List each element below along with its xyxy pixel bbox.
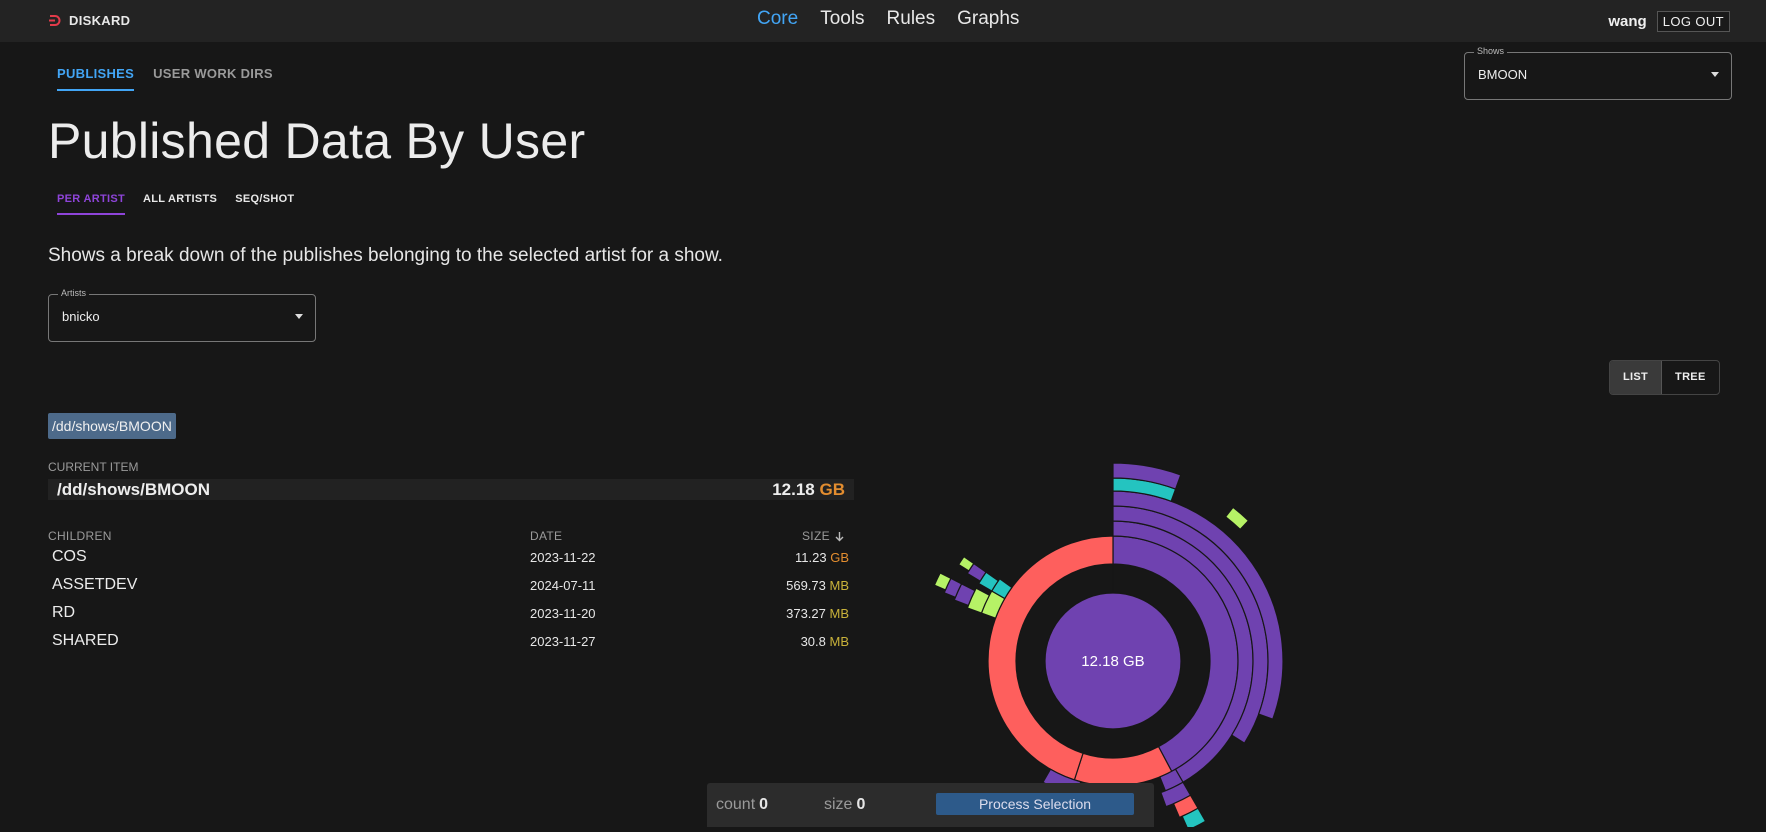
row-size-unit: GB <box>830 550 849 565</box>
table-row[interactable]: RD 2023-11-20 373.27 MB <box>48 604 854 630</box>
row-size: 373.27 MB <box>786 606 849 621</box>
tab-per-artist[interactable]: PER ARTIST <box>57 193 125 215</box>
sunburst-segment[interactable] <box>1224 506 1250 531</box>
page-description: Shows a break down of the publishes belo… <box>48 245 723 266</box>
selection-size: size 0 <box>824 796 865 814</box>
brand[interactable]: DISKARD <box>48 13 130 28</box>
brand-name: DISKARD <box>69 13 131 28</box>
top-app-bar: DISKARD Core Tools Rules Graphs wang LOG… <box>0 0 1766 42</box>
row-size: 569.73 MB <box>786 578 849 593</box>
selection-size-label: size <box>824 796 853 813</box>
current-item-row: /dd/shows/BMOON 12.18 GB <box>48 479 854 500</box>
row-name: SHARED <box>52 632 119 649</box>
selection-count-value: 0 <box>759 796 769 813</box>
size-header-label: SIZE <box>802 529 830 543</box>
view-tabs: PER ARTIST ALL ARTISTS SEQ/SHOT <box>57 193 294 215</box>
sunburst-svg: 12.18 GB <box>933 462 1284 831</box>
dropdown-caret-icon <box>1711 72 1719 77</box>
tab-publishes[interactable]: PUBLISHES <box>57 66 135 91</box>
tree-toggle-button[interactable]: TREE <box>1662 361 1719 394</box>
user-area: wang LOG OUT <box>1608 11 1730 32</box>
page-title: Published Data By User <box>48 113 586 169</box>
table-row[interactable]: ASSETDEV 2024-07-11 569.73 MB <box>48 576 854 602</box>
sunburst-chart[interactable]: 12.18 GB <box>900 440 1300 832</box>
artists-select[interactable]: Artists bnicko <box>48 288 316 342</box>
current-item-size-value: 12.18 <box>772 480 815 499</box>
date-header[interactable]: DATE <box>530 529 562 543</box>
artists-select-label: Artists <box>58 288 90 298</box>
row-size-unit: MB <box>829 634 850 649</box>
row-name: ASSETDEV <box>52 576 138 593</box>
shows-select-label: Shows <box>1474 46 1508 56</box>
row-size: 11.23 GB <box>795 550 849 565</box>
breadcrumb[interactable]: /dd/shows/BMOON <box>48 413 176 439</box>
row-date: 2023-11-22 <box>530 550 596 565</box>
artists-select-value: bnicko <box>62 309 100 324</box>
row-size-unit: MB <box>829 578 850 593</box>
nav-core[interactable]: Core <box>757 8 798 30</box>
row-date: 2023-11-27 <box>530 634 596 649</box>
view-toggle: LIST TREE <box>1609 360 1720 395</box>
current-item-label: CURRENT ITEM <box>48 460 139 474</box>
sunburst-center-label: 12.18 GB <box>1081 653 1144 670</box>
row-name: RD <box>52 604 76 621</box>
current-item-size-unit: GB <box>819 480 846 499</box>
nav-graphs[interactable]: Graphs <box>957 8 1019 30</box>
dropdown-caret-icon <box>295 314 303 319</box>
row-size-value: 30.8 <box>800 634 826 649</box>
list-toggle-button[interactable]: LIST <box>1610 361 1663 394</box>
row-size: 30.8 MB <box>801 634 849 649</box>
size-header[interactable]: SIZE <box>802 529 845 543</box>
sunburst-segment[interactable] <box>1073 745 1173 787</box>
row-date: 2023-11-20 <box>530 606 596 621</box>
process-selection-button[interactable]: Process Selection <box>936 793 1134 815</box>
selection-bar: count 0 size 0 Process Selection <box>707 783 1154 827</box>
tab-seq-shot[interactable]: SEQ/SHOT <box>235 193 294 215</box>
current-item-size: 12.18 GB <box>772 480 845 500</box>
shows-select[interactable]: Shows BMOON <box>1464 46 1732 100</box>
row-name: COS <box>52 548 87 565</box>
selection-count-label: count <box>716 796 756 813</box>
nav-tools[interactable]: Tools <box>820 8 864 30</box>
tab-all-artists[interactable]: ALL ARTISTS <box>143 193 217 215</box>
row-date: 2024-07-11 <box>530 578 596 593</box>
shows-select-value: BMOON <box>1478 67 1528 82</box>
selection-count: count 0 <box>716 796 768 814</box>
row-size-value: 569.73 <box>786 578 826 593</box>
logout-button[interactable]: LOG OUT <box>1656 11 1730 32</box>
username: wang <box>1608 13 1647 30</box>
tab-user-work-dirs[interactable]: USER WORK DIRS <box>153 66 273 91</box>
table-row[interactable]: SHARED 2023-11-27 30.8 MB <box>48 632 854 658</box>
table-row[interactable]: COS 2023-11-22 11.23 GB <box>48 548 854 574</box>
nav-rules[interactable]: Rules <box>887 8 936 30</box>
main-nav: Core Tools Rules Graphs <box>757 8 1019 30</box>
section-tabs: PUBLISHES USER WORK DIRS <box>57 66 273 91</box>
current-item-path: /dd/shows/BMOON <box>57 480 210 499</box>
row-size-unit: MB <box>829 606 850 621</box>
diskard-logo-icon <box>49 15 61 26</box>
row-size-value: 11.23 <box>795 550 827 565</box>
selection-size-value: 0 <box>856 796 866 813</box>
arrow-down-icon <box>835 531 844 541</box>
row-size-value: 373.27 <box>786 606 826 621</box>
children-header[interactable]: CHILDREN <box>48 529 112 543</box>
